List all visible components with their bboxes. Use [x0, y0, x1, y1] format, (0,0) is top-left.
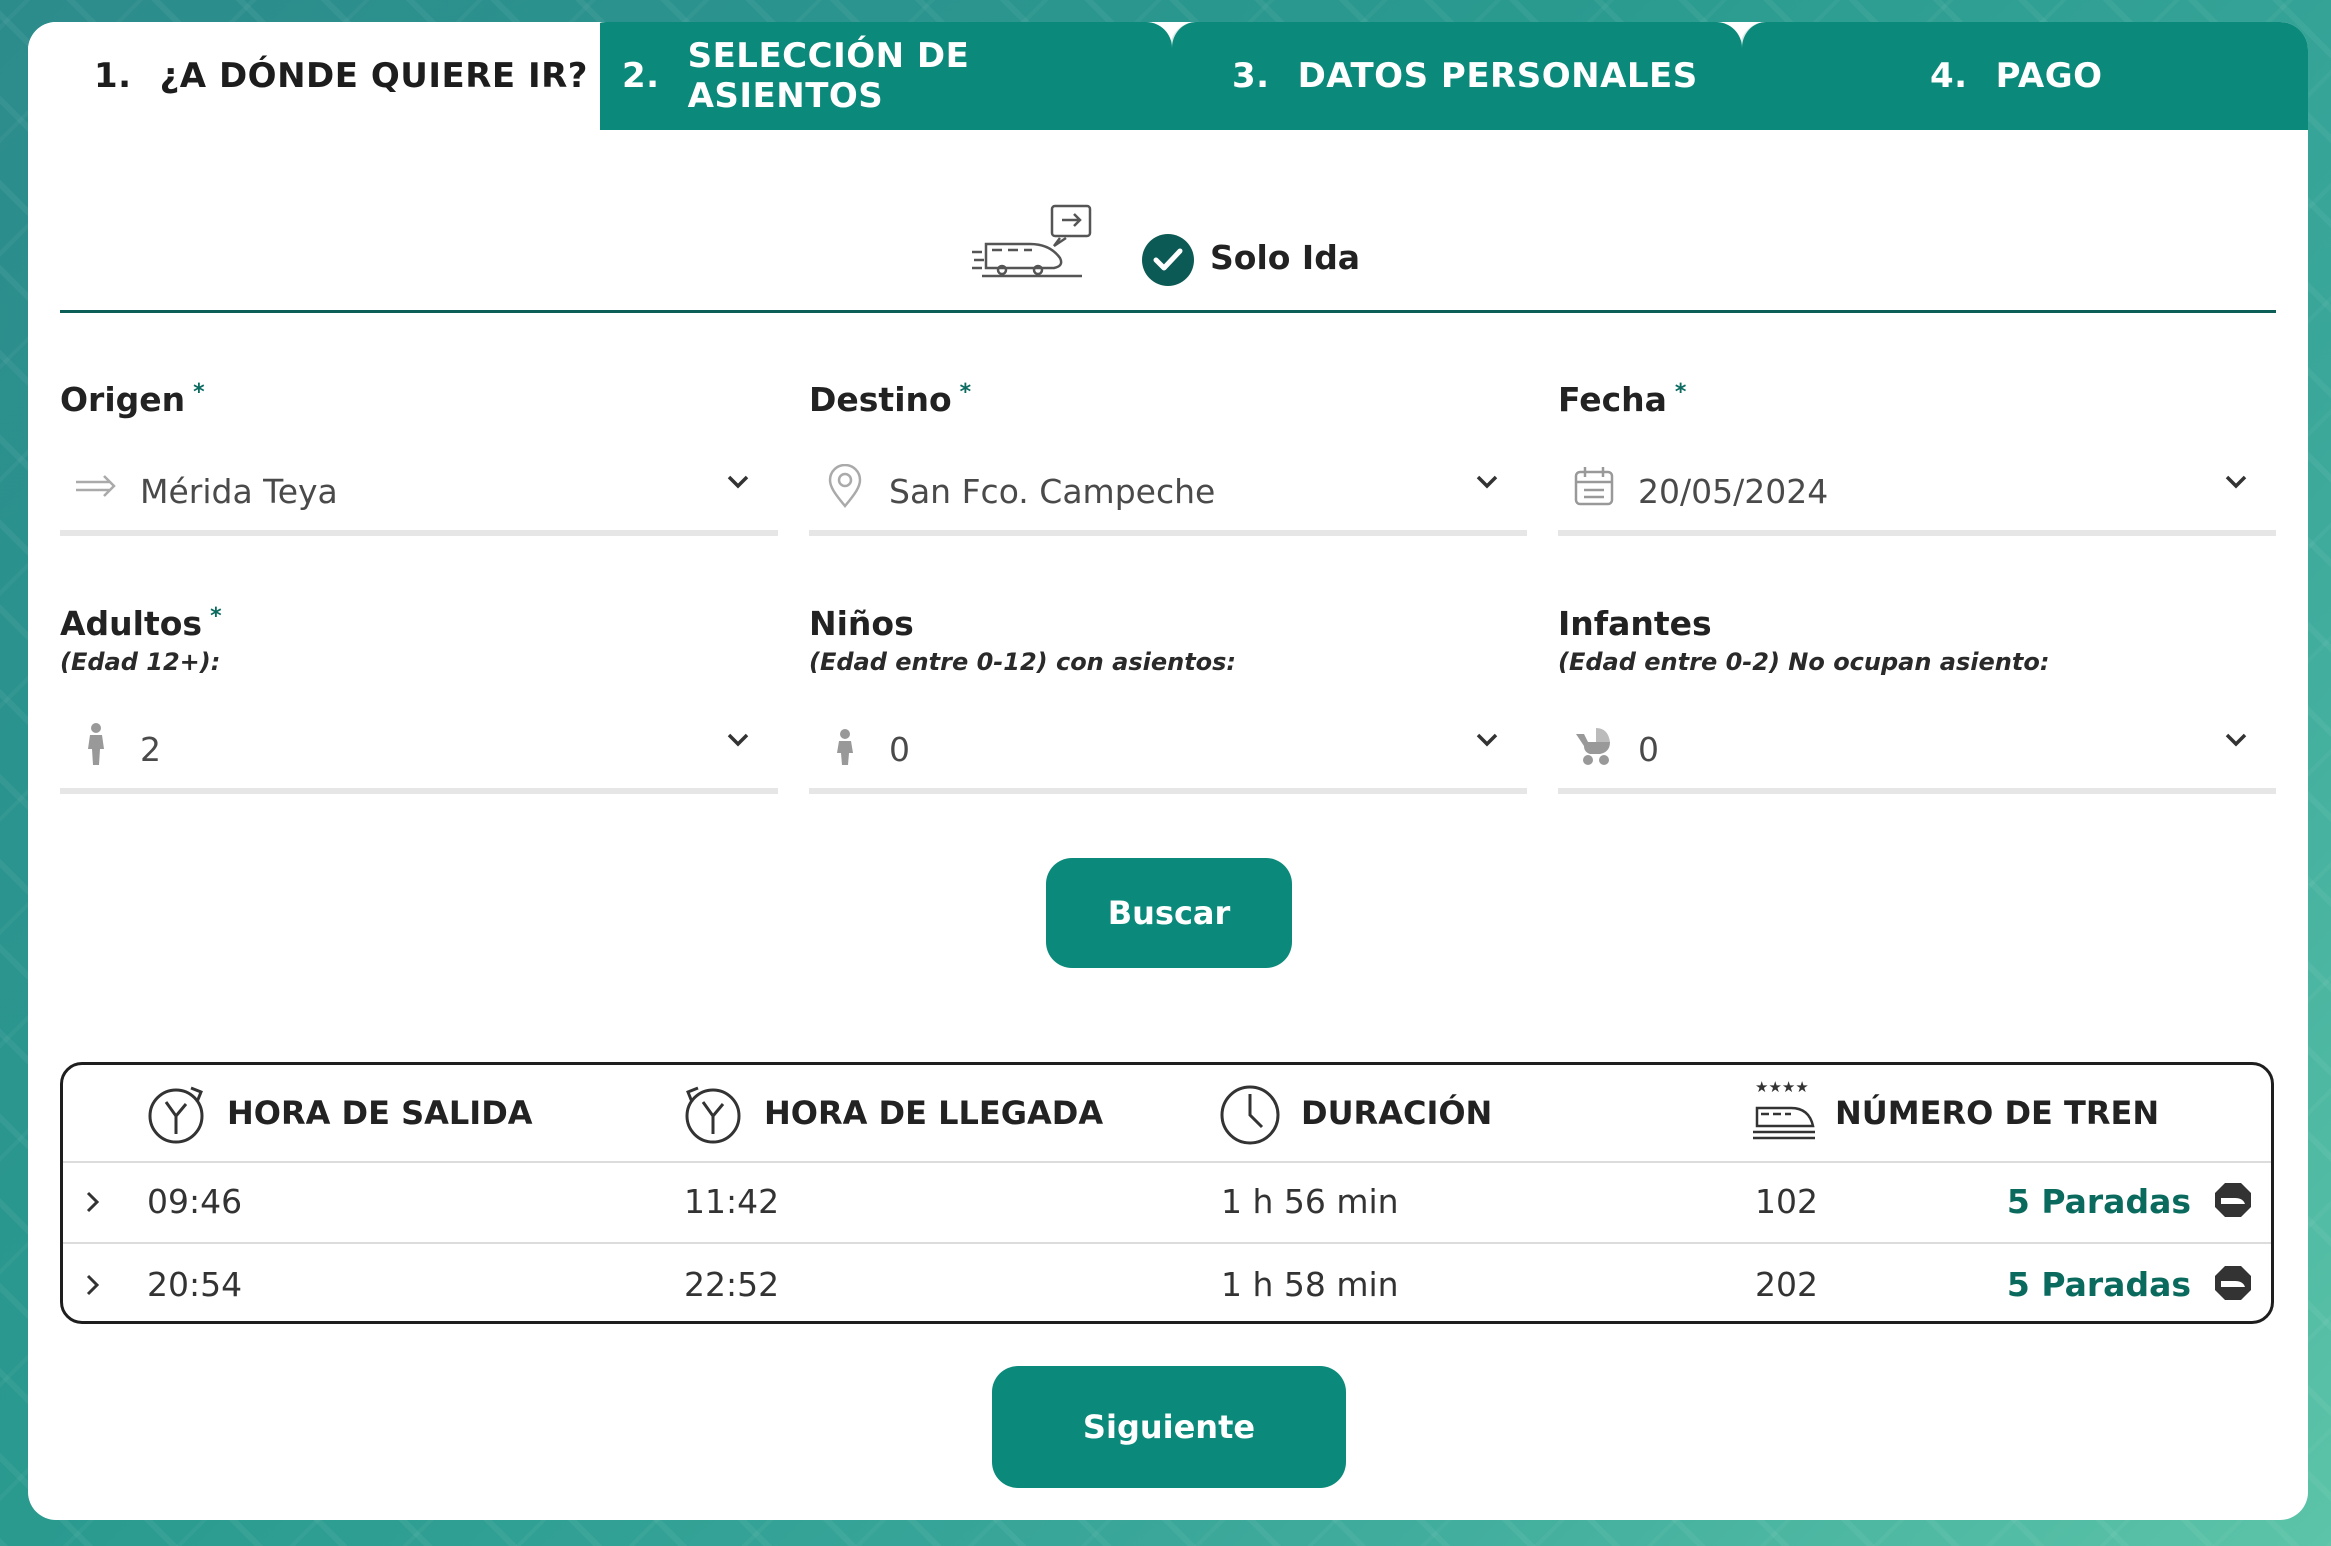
- check-icon: [1153, 248, 1183, 271]
- tab-number: 1.: [94, 56, 132, 96]
- adultos-value: 2: [140, 730, 161, 769]
- required-mark: *: [959, 380, 972, 405]
- solo-ida-label[interactable]: Solo Ida: [1210, 238, 1360, 277]
- booking-card: 4. PAGO 3. DATOS PERSONALES 2. SELECCIÓN…: [28, 22, 2308, 1520]
- chevron-down-icon: [2225, 733, 2247, 747]
- header-duracion: DURACIÓN: [1217, 1065, 1492, 1161]
- header-label: DURACIÓN: [1301, 1094, 1493, 1132]
- origen-label-text: Origen: [60, 380, 186, 419]
- section-divider: [60, 310, 2276, 313]
- destino-label-text: Destino: [809, 380, 952, 419]
- infantes-value: 0: [1638, 730, 1659, 769]
- train-trip-icon: [972, 204, 1092, 278]
- buscar-button[interactable]: Buscar: [1046, 858, 1292, 968]
- tab-number: 3.: [1232, 56, 1270, 96]
- header-numero-tren: ★★★★ NÚMERO DE TREN: [1751, 1065, 2159, 1161]
- adultos-label-text: Adultos: [60, 604, 203, 643]
- ninos-label: Niños: [809, 604, 914, 643]
- stroller-icon: [1576, 728, 1610, 765]
- ninos-subtitle: (Edad entre 0-12) con asientos:: [809, 648, 1237, 676]
- results-table: HORA DE SALIDA HORA DE LLEGADA DURACIÓN: [60, 1062, 2274, 1324]
- header-hora-salida: HORA DE SALIDA: [143, 1065, 533, 1161]
- train-stops-icon[interactable]: [2213, 1180, 2253, 1220]
- origen-select[interactable]: Mérida Teya: [60, 450, 778, 536]
- fecha-label: Fecha *: [1558, 380, 1686, 419]
- infantes-label: Infantes: [1558, 604, 1712, 643]
- required-mark: *: [210, 604, 222, 629]
- chevron-down-icon: [727, 733, 749, 747]
- fecha-value: 20/05/2024: [1638, 472, 1829, 511]
- chevron-down-icon: [2225, 475, 2247, 489]
- clock-departure-icon: [148, 1086, 204, 1144]
- header-label: NÚMERO DE TREN: [1835, 1094, 2160, 1132]
- tab-number: 4.: [1930, 56, 1968, 96]
- ninos-value: 0: [889, 730, 910, 769]
- destino-select[interactable]: San Fco. Campeche: [809, 450, 1527, 536]
- numero-tren-cell: 102: [1755, 1182, 1818, 1221]
- chevron-down-icon: [727, 475, 749, 489]
- header-hora-llegada: HORA DE LLEGADA: [680, 1065, 1103, 1161]
- solo-ida-checkbox[interactable]: [1142, 234, 1194, 286]
- hora-llegada-cell: 22:52: [684, 1265, 780, 1304]
- hora-salida-cell: 20:54: [147, 1265, 243, 1304]
- adultos-select[interactable]: 2: [60, 708, 778, 794]
- trip-type-section: Solo Ida: [28, 204, 2308, 304]
- tab-label: ¿A DÓNDE QUIERE IR?: [159, 56, 589, 96]
- header-label: HORA DE SALIDA: [227, 1094, 533, 1132]
- clock-arrival-icon: [685, 1086, 741, 1144]
- results-header: HORA DE SALIDA HORA DE LLEGADA DURACIÓN: [63, 1065, 2271, 1163]
- duracion-cell: 1 h 58 min: [1221, 1265, 1399, 1304]
- arrow-right-icon: [76, 475, 116, 497]
- train-stops-icon[interactable]: [2213, 1263, 2253, 1303]
- destino-label: Destino *: [809, 380, 971, 419]
- tab-label: DATOS PERSONALES: [1297, 56, 1698, 96]
- siguiente-button[interactable]: Siguiente: [992, 1366, 1346, 1488]
- hora-llegada-cell: 11:42: [684, 1182, 780, 1221]
- duracion-cell: 1 h 56 min: [1221, 1182, 1399, 1221]
- table-row[interactable]: 09:46 11:42 1 h 56 min 102 5 Paradas: [63, 1162, 2271, 1244]
- numero-tren-cell: 202: [1755, 1265, 1818, 1304]
- child-person-icon: [837, 729, 853, 765]
- fecha-select[interactable]: 20/05/2024: [1558, 450, 2276, 536]
- tab-number: 2.: [622, 56, 660, 96]
- header-label: HORA DE LLEGADA: [764, 1094, 1104, 1132]
- ninos-select[interactable]: 0: [809, 708, 1527, 794]
- adult-person-icon: [88, 723, 104, 765]
- origen-label: Origen *: [60, 380, 205, 419]
- paradas-link[interactable]: 5 Paradas: [2007, 1182, 2191, 1221]
- tab-a-donde-quiere-ir[interactable]: 1. ¿A DÓNDE QUIERE IR?: [28, 22, 600, 130]
- chevron-right-icon[interactable]: [85, 1190, 101, 1214]
- tab-pago[interactable]: 4. PAGO: [1740, 22, 2308, 130]
- tab-label: SELECCIÓN DE ASIENTOS: [687, 36, 970, 116]
- clock-icon: [1220, 1085, 1280, 1145]
- infantes-subtitle: (Edad entre 0-2) No ocupan asiento:: [1558, 648, 2050, 676]
- map-pin-icon: [828, 464, 862, 508]
- chevron-right-icon[interactable]: [85, 1273, 101, 1297]
- step-tabs: 4. PAGO 3. DATOS PERSONALES 2. SELECCIÓN…: [28, 22, 2308, 130]
- infantes-select[interactable]: 0: [1558, 708, 2276, 794]
- tab-seleccion-asientos[interactable]: 2. SELECCIÓN DE ASIENTOS: [580, 22, 1172, 130]
- calendar-icon: [1574, 467, 1614, 506]
- tab-datos-personales[interactable]: 3. DATOS PERSONALES: [1170, 22, 1742, 130]
- chevron-down-icon: [1476, 733, 1498, 747]
- tab-label: PAGO: [1995, 56, 2103, 96]
- train-stars-icon: ★★★★: [1751, 1078, 1817, 1146]
- required-mark: *: [193, 380, 205, 405]
- train-icon: [1753, 1106, 1815, 1140]
- adultos-label: Adultos *: [60, 604, 222, 643]
- table-row[interactable]: 20:54 22:52 1 h 58 min 202 5 Paradas: [63, 1245, 2271, 1321]
- adultos-subtitle: (Edad 12+):: [60, 648, 221, 676]
- chevron-down-icon: [1476, 475, 1498, 489]
- paradas-link[interactable]: 5 Paradas: [2007, 1265, 2191, 1304]
- hora-salida-cell: 09:46: [147, 1182, 243, 1221]
- fecha-label-text: Fecha: [1558, 380, 1667, 419]
- origen-value: Mérida Teya: [140, 472, 338, 511]
- required-mark: *: [1674, 380, 1687, 405]
- destino-value: San Fco. Campeche: [889, 472, 1216, 511]
